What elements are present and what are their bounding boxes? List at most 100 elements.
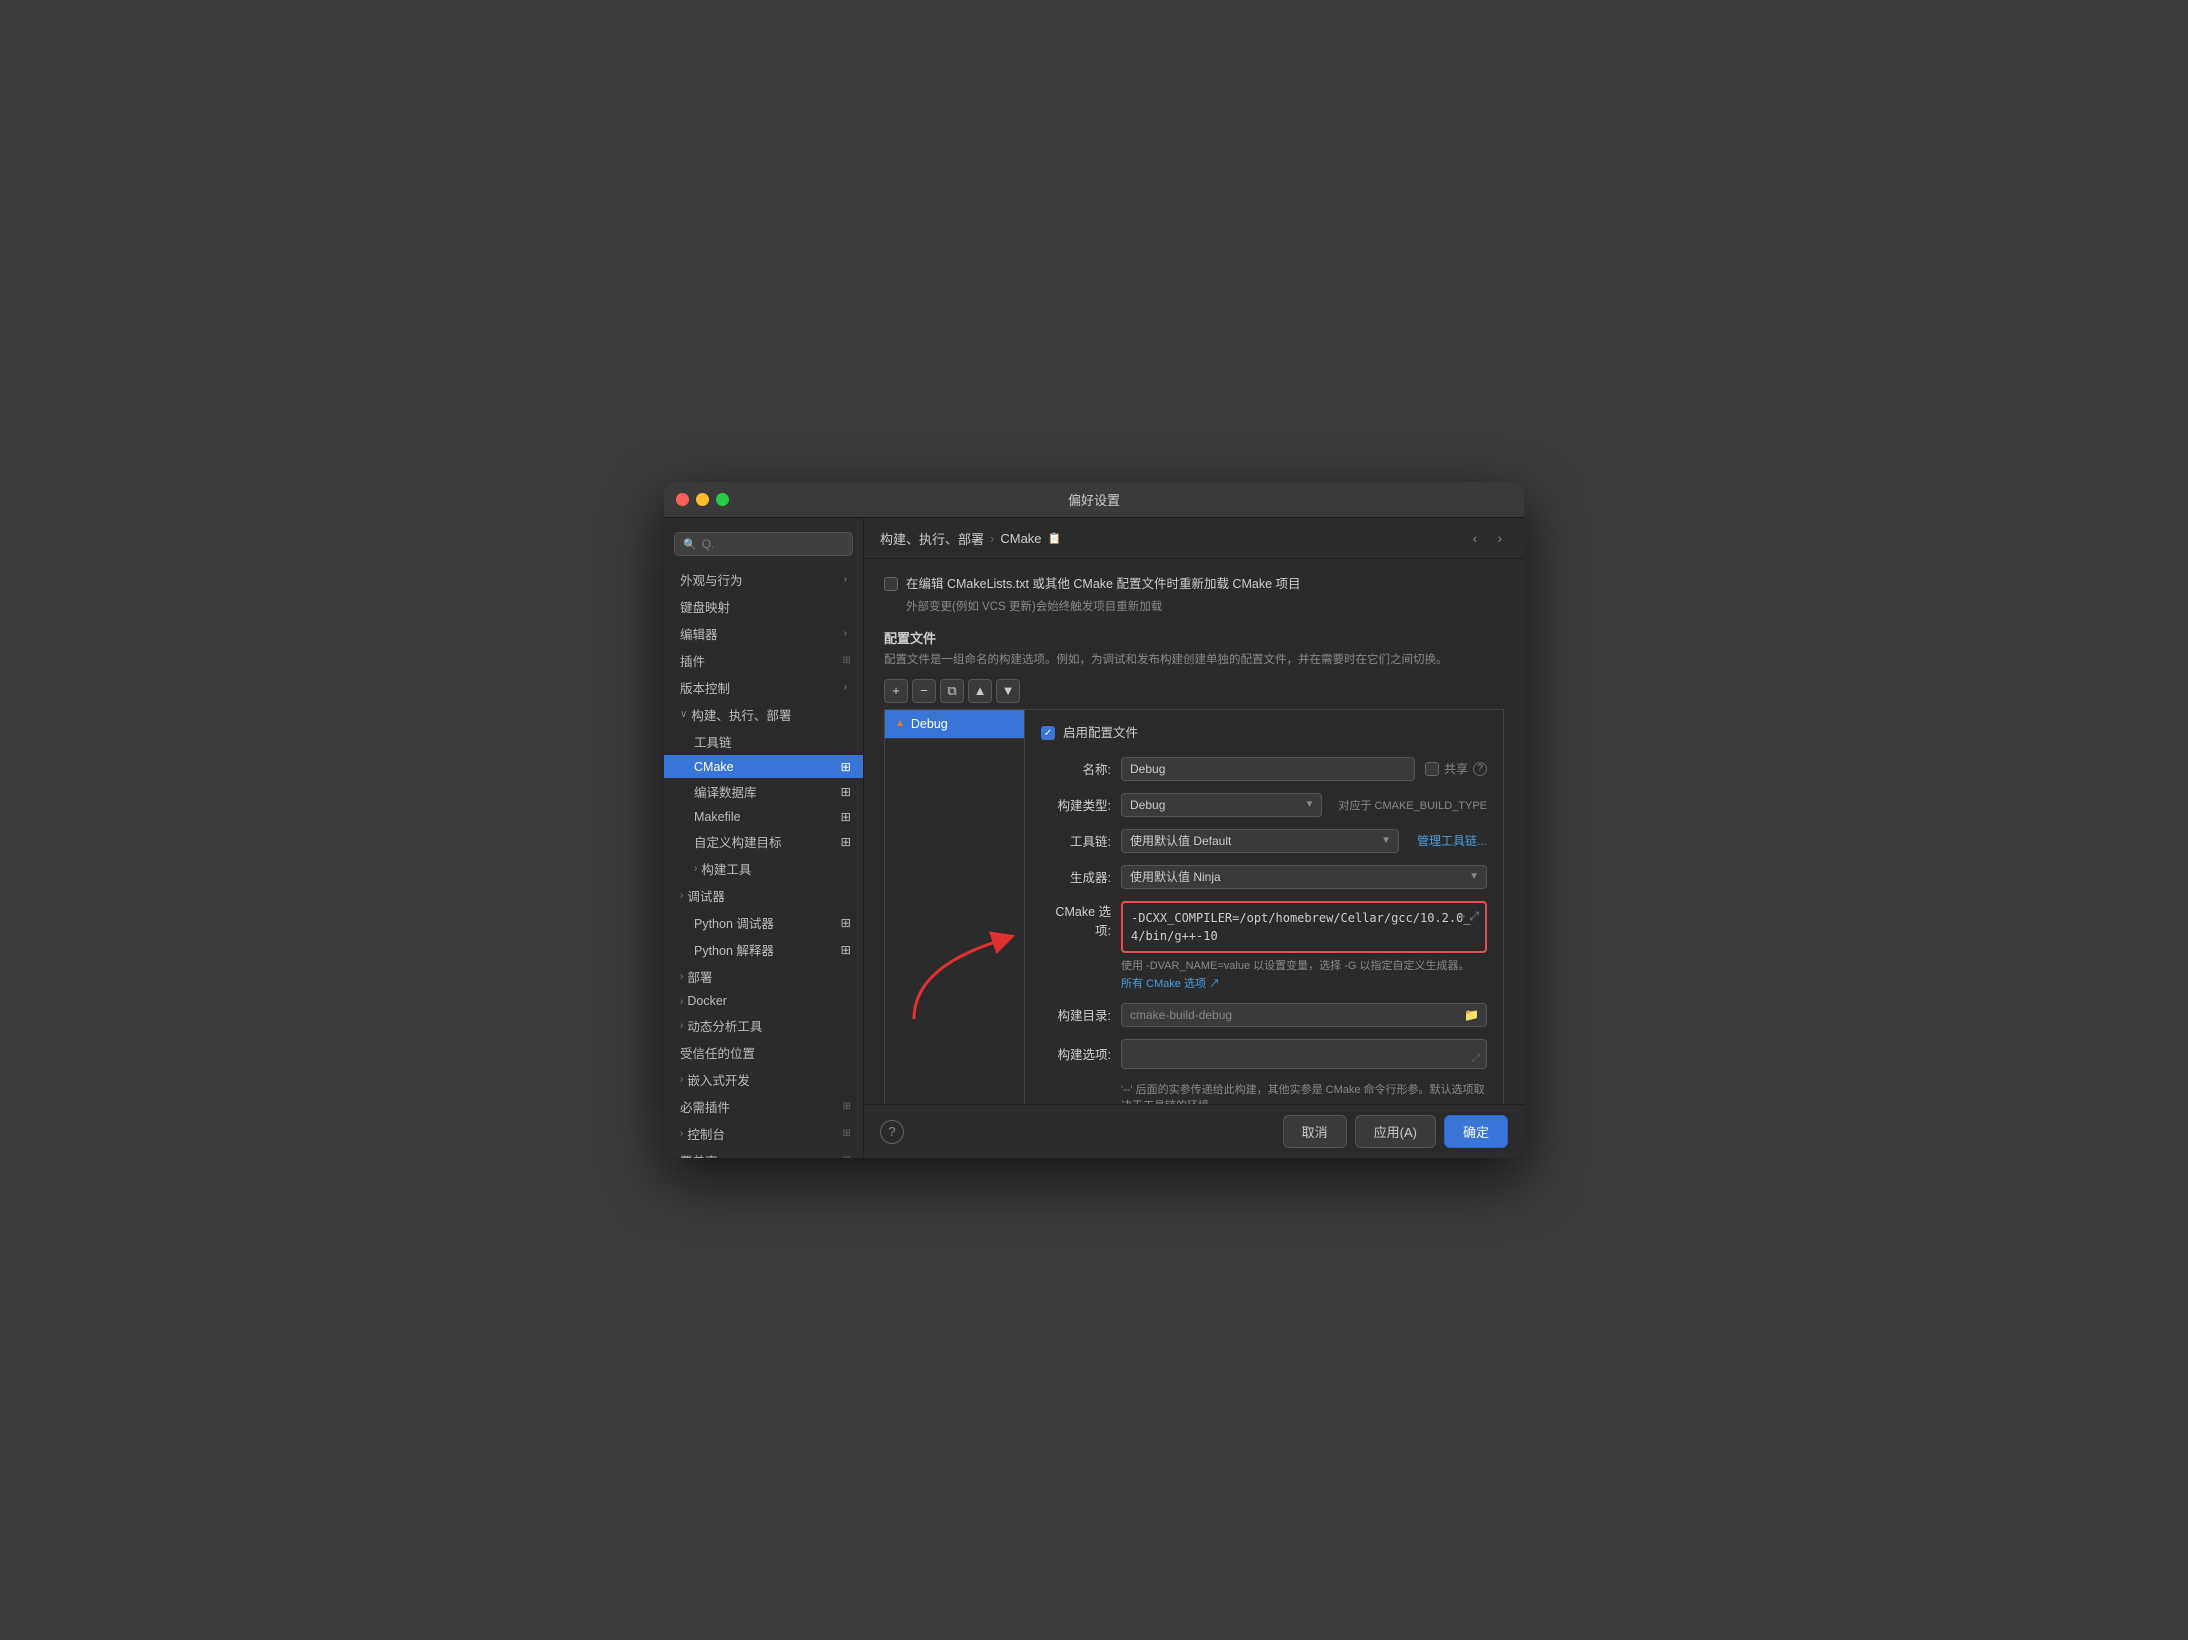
makefile-icon: ⊞ [841,809,851,824]
sidebar-item-editor[interactable]: 编辑器 › [664,620,863,647]
profile-list: ▲ Debug [884,709,1024,1104]
build-dir-input[interactable] [1121,1003,1487,1027]
sidebar-item-python-interp[interactable]: Python 解释器 ⊞ [664,936,863,963]
reload-checkbox[interactable] [884,577,898,591]
chevron-right-icon: › [680,1128,683,1139]
sidebar-item-required-plugins[interactable]: 必需插件 ⊞ [664,1093,863,1120]
cmake-all-options-link[interactable]: 所有 CMake 选项 ↗ [1121,975,1487,991]
sidebar-item-python-debugger[interactable]: Python 调试器 ⊞ [664,909,863,936]
profile-item-debug[interactable]: ▲ Debug [885,710,1024,739]
build-options-box[interactable]: ⤢ [1121,1039,1487,1069]
sidebar-item-build-tools[interactable]: › 构建工具 [664,855,863,882]
maximize-button[interactable] [716,493,729,506]
sidebar-item-label: Python 调试器 [694,913,774,932]
close-button[interactable] [676,493,689,506]
build-type-select[interactable]: Debug [1121,793,1322,817]
sidebar-item-label: CMake [694,760,734,774]
search-input[interactable] [702,537,844,551]
cmake-options-row: CMake 选项: -DCXX_COMPILER=/opt/homebrew/C… [1041,901,1487,953]
sidebar-item-label: 插件 [680,651,705,670]
sidebar-item-label: 外观与行为 [680,570,743,589]
sidebar-item-cmake[interactable]: CMake ⊞ [664,755,863,778]
cmake-expand-icon[interactable]: ⤢ [1469,909,1479,924]
sidebar-item-compiler-db[interactable]: 编译数据库 ⊞ [664,778,863,805]
main-panel: 构建、执行、部署 › CMake 📋 ‹ › 在编辑 CMakeLists.tx… [864,518,1524,1158]
sidebar-item-keymap[interactable]: 键盘映射 [664,593,863,620]
plugin-icon: ⊞ [843,655,851,666]
forward-arrow[interactable]: › [1491,528,1508,548]
footer-buttons: 取消 应用(A) 确定 [1283,1115,1508,1148]
add-profile-button[interactable]: + [884,679,908,703]
enable-profiles-checkbox[interactable]: ✓ [1041,726,1055,740]
toolchain-select[interactable]: 使用默认值 Default [1121,829,1399,853]
generator-select[interactable]: 使用默认值 Ninja [1121,865,1487,889]
search-icon: 🔍 [683,538,697,551]
sidebar-item-label: 动态分析工具 [687,1016,762,1035]
apply-button[interactable]: 应用(A) [1355,1115,1436,1148]
chevron-right-icon: › [844,574,847,585]
build-type-row: 构建类型: Debug ▼ 对应于 CMAKE_BUILD_TYPE [1041,793,1487,817]
cmake-options-box[interactable]: -DCXX_COMPILER=/opt/homebrew/Cellar/gcc/… [1121,901,1487,953]
minimize-button[interactable] [696,493,709,506]
sidebar-item-label: 调试器 [687,886,725,905]
sidebar-item-label: 工具链 [694,732,732,751]
sidebar-item-label: Docker [687,994,727,1008]
sidebar-item-coverage[interactable]: 覆盖率 ⊞ [664,1147,863,1158]
reload-label: 在编辑 CMakeLists.txt 或其他 CMake 配置文件时重新加载 C… [906,575,1301,594]
cmake-options-text: -DCXX_COMPILER=/opt/homebrew/Cellar/gcc/… [1131,911,1471,943]
window-controls [676,493,729,506]
name-input[interactable] [1121,757,1415,781]
profile-name: Debug [911,717,948,731]
sidebar-item-deployment[interactable]: › 部署 [664,963,863,990]
sidebar-item-label: 编辑器 [680,624,718,643]
sidebar-item-plugins[interactable]: 插件 ⊞ [664,647,863,674]
sidebar-item-docker[interactable]: › Docker [664,990,863,1012]
move-down-button[interactable]: ▼ [996,679,1020,703]
move-up-button[interactable]: ▲ [968,679,992,703]
sidebar-item-trusted-locations[interactable]: 受信任的位置 [664,1039,863,1066]
cmake-add-icon[interactable]: + [1458,909,1465,924]
python-interp-icon: ⊞ [841,942,851,957]
back-arrow[interactable]: ‹ [1467,528,1484,548]
profile-detail: ✓ 启用配置文件 名称: 共享 ? [1024,709,1504,1104]
sidebar-item-toolchains[interactable]: 工具链 [664,728,863,755]
sidebar-item-build[interactable]: ∨ 构建、执行、部署 [664,701,863,728]
cmake-options-hint: 使用 -DVAR_NAME=value 以设置变量，选择 -G 以指定自定义生成… [1121,957,1487,973]
sidebar-item-makefile[interactable]: Makefile ⊞ [664,805,863,828]
sidebar-item-debugger[interactable]: › 调试器 [664,882,863,909]
build-type-right-label: 对应于 CMAKE_BUILD_TYPE [1338,797,1487,813]
sidebar-item-appearance[interactable]: 外观与行为 › [664,566,863,593]
share-help-icon[interactable]: ? [1473,762,1487,776]
generator-row: 生成器: 使用默认值 Ninja ▼ [1041,865,1487,889]
footer: ? 取消 应用(A) 确定 [864,1104,1524,1158]
search-box[interactable]: 🔍 [674,532,853,556]
share-text: 共享 [1444,760,1468,777]
cancel-button[interactable]: 取消 [1283,1115,1347,1148]
profiles-section-desc: 配置文件是一组命名的构建选项。例如，为调试和发布构建创建单独的配置文件，并在需要… [884,651,1504,667]
ok-button[interactable]: 确定 [1444,1115,1508,1148]
name-label: 名称: [1041,759,1111,778]
cmake-triangle-icon: ▲ [895,718,905,729]
sidebar-item-embedded[interactable]: › 嵌入式开发 [664,1066,863,1093]
cmake-options-label: CMake 选项: [1041,901,1111,939]
python-debug-icon: ⊞ [841,915,851,930]
sidebar-item-vcs[interactable]: 版本控制 › [664,674,863,701]
chevron-right-icon: › [680,971,683,982]
copy-profile-button[interactable]: ⧉ [940,679,964,703]
enable-profiles-row: ✓ 启用配置文件 [1041,724,1487,743]
chevron-right-icon: › [844,682,847,693]
toolchain-row: 工具链: 使用默认值 Default ▼ 管理工具链... [1041,829,1487,853]
titlebar: 偏好设置 [664,482,1524,518]
manage-toolchains-link[interactable]: 管理工具链... [1417,832,1487,849]
sidebar-item-dynamic-tools[interactable]: › 动态分析工具 [664,1012,863,1039]
help-button[interactable]: ? [880,1120,904,1144]
breadcrumb-icon: 📋 [1048,532,1062,545]
name-row: 名称: 共享 ? [1041,757,1487,781]
sidebar-item-custom-targets[interactable]: 自定义构建目标 ⊞ [664,828,863,855]
build-options-row: 构建选项: ⤢ [1041,1039,1487,1069]
share-checkbox[interactable] [1425,762,1439,776]
sidebar-item-label: 构建工具 [701,859,751,878]
sidebar-item-console[interactable]: › 控制台 ⊞ [664,1120,863,1147]
generator-label: 生成器: [1041,867,1111,886]
remove-profile-button[interactable]: − [912,679,936,703]
